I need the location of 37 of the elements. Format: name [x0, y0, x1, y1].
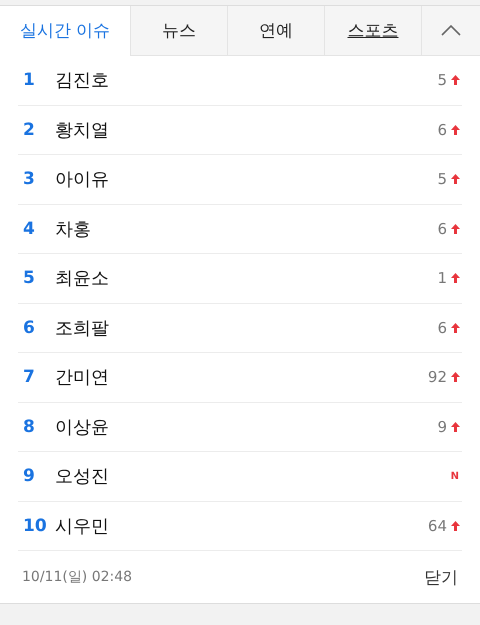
rank-number: 2 [22, 120, 36, 140]
keyword-link[interactable]: 아이유 [55, 167, 438, 192]
chevron-up-icon [441, 25, 461, 36]
category-tab[interactable]: 스포츠 [324, 6, 421, 56]
close-button[interactable]: 닫기 [424, 566, 458, 588]
keyword-link[interactable]: 이상윤 [55, 414, 438, 439]
rank-number: 7 [22, 367, 36, 388]
rank-change: 6 [437, 220, 447, 238]
keyword-link[interactable]: 차홍 [55, 216, 438, 241]
keyword-link[interactable]: 최윤소 [55, 266, 438, 290]
rank-change: 64 [428, 516, 447, 535]
rank-change: 5 [437, 71, 447, 90]
rank-number: 1 [22, 70, 36, 90]
collapse-button[interactable] [421, 6, 480, 56]
rank-change: 6 [437, 318, 447, 337]
rank-number: 5 [22, 268, 36, 288]
keyword-link[interactable]: 시우민 [55, 514, 428, 538]
rank-number: 6 [22, 318, 36, 338]
rank-change: 92 [428, 368, 447, 386]
keyword-link[interactable]: 김진호 [55, 68, 438, 92]
rank-change: 5 [437, 170, 447, 188]
keyword-link[interactable]: 황치열 [55, 118, 438, 142]
rank-number: 10 [22, 516, 48, 536]
new-label: N [450, 470, 459, 482]
timestamp: 10/11(일) 02:48 [22, 568, 132, 586]
keyword-link[interactable]: 조희팔 [55, 316, 438, 340]
keyword-link[interactable]: 간미연 [55, 365, 428, 390]
rank-number: 3 [22, 169, 36, 190]
rank-change: 9 [437, 418, 447, 436]
rank-change: 6 [437, 120, 447, 139]
rank-number: 8 [22, 416, 36, 437]
category-tab[interactable]: 뉴스 [130, 6, 227, 56]
category-tab[interactable]: 연예 [227, 6, 324, 56]
rank-number: 4 [22, 218, 36, 239]
rank-number: 9 [22, 466, 36, 486]
keyword-link[interactable]: 오성진 [55, 464, 451, 488]
rank-change: 1 [437, 269, 447, 288]
